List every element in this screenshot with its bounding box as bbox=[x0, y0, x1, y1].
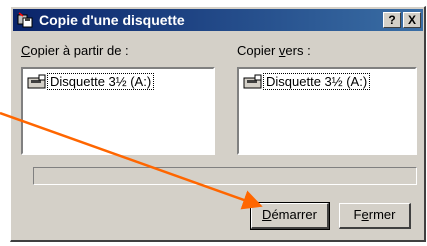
destination-drive-name: Disquette 3½ (A:) bbox=[263, 73, 371, 91]
title-bar[interactable]: Copie d'une disquette ? X bbox=[13, 9, 423, 31]
floppy-drive-icon bbox=[27, 74, 46, 89]
destination-label-pre: Copier bbox=[237, 43, 279, 58]
close-dialog-button[interactable]: Fermer bbox=[339, 203, 411, 229]
source-label: Copier à partir de : bbox=[21, 43, 129, 58]
source-drive-name: Disquette 3½ (A:) bbox=[47, 73, 155, 91]
copy-disk-dialog: Copie d'une disquette ? X Copier à parti… bbox=[10, 6, 426, 242]
close-label-post: rmer bbox=[368, 207, 396, 222]
source-label-post: opier à partir de : bbox=[30, 43, 129, 58]
source-drive-item[interactable]: Disquette 3½ (A:) bbox=[27, 73, 155, 91]
destination-drive-item[interactable]: Disquette 3½ (A:) bbox=[243, 73, 371, 91]
floppy-drive-icon bbox=[243, 74, 262, 89]
source-label-accesskey: C bbox=[21, 43, 31, 58]
destination-drive-list[interactable]: Disquette 3½ (A:) bbox=[237, 67, 417, 155]
destination-label-post: ers : bbox=[285, 43, 311, 58]
start-button[interactable]: Démarrer bbox=[250, 202, 330, 230]
help-button[interactable]: ? bbox=[383, 12, 401, 28]
dialog-title: Copie d'une disquette bbox=[39, 12, 185, 28]
start-label-post: émarrer bbox=[271, 207, 317, 222]
close-button[interactable]: X bbox=[403, 12, 421, 28]
copy-progress-bar bbox=[33, 167, 417, 185]
source-drive-list[interactable]: Disquette 3½ (A:) bbox=[21, 67, 215, 155]
close-label-pre: F bbox=[353, 207, 362, 222]
destination-label: Copier vers : bbox=[237, 43, 311, 58]
floppy-copy-icon bbox=[17, 12, 33, 28]
close-label-accesskey: e bbox=[361, 207, 369, 222]
